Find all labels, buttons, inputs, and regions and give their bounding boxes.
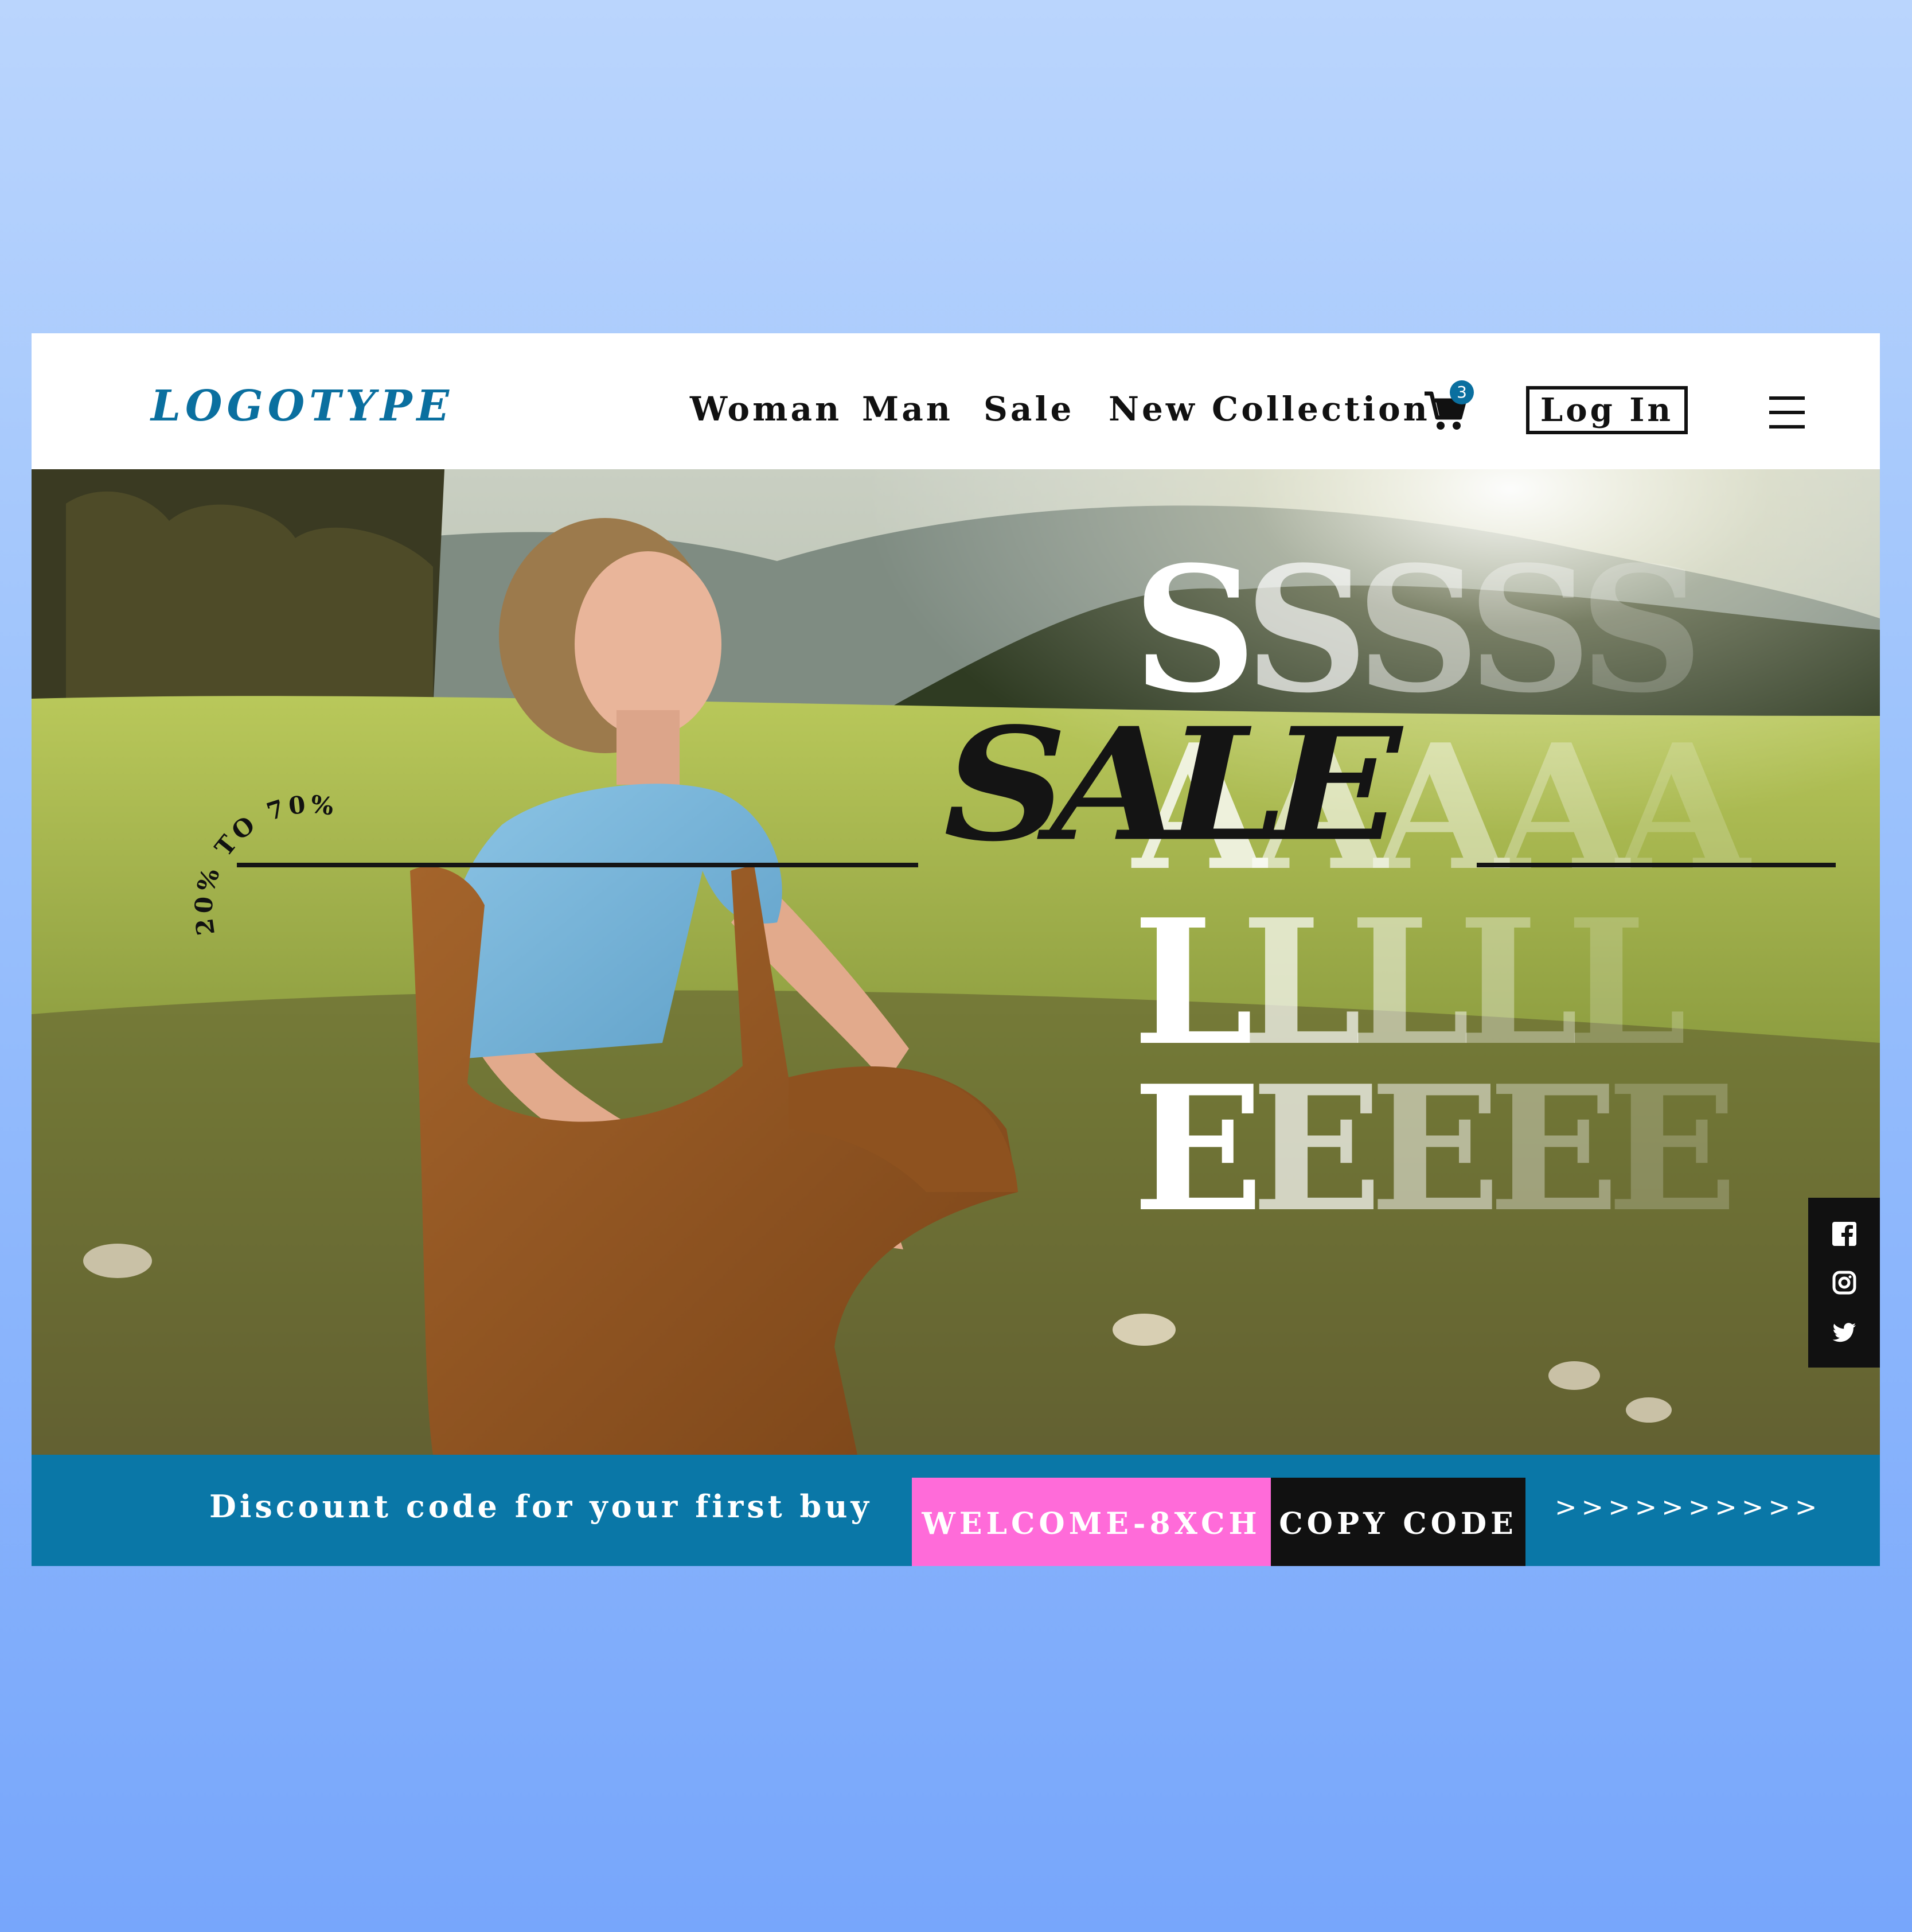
stack-letter: L [1240, 881, 1362, 1084]
copy-code-button[interactable]: COPY CODE [1271, 1478, 1525, 1566]
stack-letter: A [1616, 706, 1750, 909]
stack-letter: S [1356, 528, 1480, 731]
discount-badge: 20% TO 70% OFF [146, 739, 354, 937]
promo-text: Discount code for your first buy [209, 1488, 872, 1525]
login-button[interactable]: Log In [1526, 386, 1688, 434]
stack-letter: S [1244, 528, 1369, 731]
stack-letter: S [1133, 528, 1257, 731]
stack-letter: E [1133, 1047, 1264, 1250]
hamburger-menu-icon[interactable] [1769, 396, 1805, 429]
sale-line-left [237, 863, 918, 867]
stack-letter: E [1606, 1047, 1738, 1250]
stack-letter: E [1251, 1047, 1383, 1250]
nav-item-man[interactable]: Man [862, 389, 953, 429]
site-header: LOGOTYPE Woman Man Sale New Collection 3… [32, 333, 1880, 469]
stack-letter: L [1566, 881, 1687, 1084]
stack-row-s: SSSSS [1133, 528, 1704, 731]
logo[interactable]: LOGOTYPE [151, 381, 454, 431]
nav-item-new-collection[interactable]: New Collection [1109, 389, 1430, 429]
sale-heading: SALE [943, 693, 1402, 876]
nav-item-sale[interactable]: Sale [984, 389, 1074, 429]
social-sidebar [1808, 1198, 1880, 1368]
cart-count-badge: 3 [1450, 380, 1474, 404]
arrows-decoration: >>>>>>>>>> [1555, 1491, 1822, 1522]
stack-row-l: LLLLL [1133, 881, 1687, 1084]
facebook-icon[interactable] [1832, 1222, 1856, 1246]
stack-letter: A [1495, 706, 1629, 909]
stack-letter: E [1488, 1047, 1620, 1250]
stack-letter: L [1457, 881, 1579, 1084]
hero-banner: 20% TO 70% OFF SSSSS AAAAA LLLLL EEEEE S… [32, 469, 1880, 1455]
stack-letter: L [1349, 881, 1470, 1084]
stack-letter: S [1579, 528, 1704, 731]
instagram-icon[interactable] [1832, 1271, 1856, 1295]
badge-text: 20% TO 70% OFF [146, 739, 351, 937]
svg-text:20% TO 70% OFF: 20% TO 70% OFF [146, 739, 354, 937]
nav-item-woman[interactable]: Woman [690, 389, 842, 429]
stack-letter: E [1369, 1047, 1501, 1250]
stack-letter: A [1374, 706, 1508, 909]
stack-row-e: EEEEE [1133, 1047, 1738, 1250]
stack-letter: L [1133, 881, 1254, 1084]
landing-page: LOGOTYPE Woman Man Sale New Collection 3… [32, 333, 1880, 1566]
promo-bar: Discount code for your first buy WELCOME… [32, 1455, 1880, 1566]
twitter-icon[interactable] [1832, 1321, 1856, 1345]
sale-line-right [1477, 863, 1836, 867]
discount-code[interactable]: WELCOME-8XCH [912, 1478, 1271, 1566]
stack-letter: S [1467, 528, 1592, 731]
